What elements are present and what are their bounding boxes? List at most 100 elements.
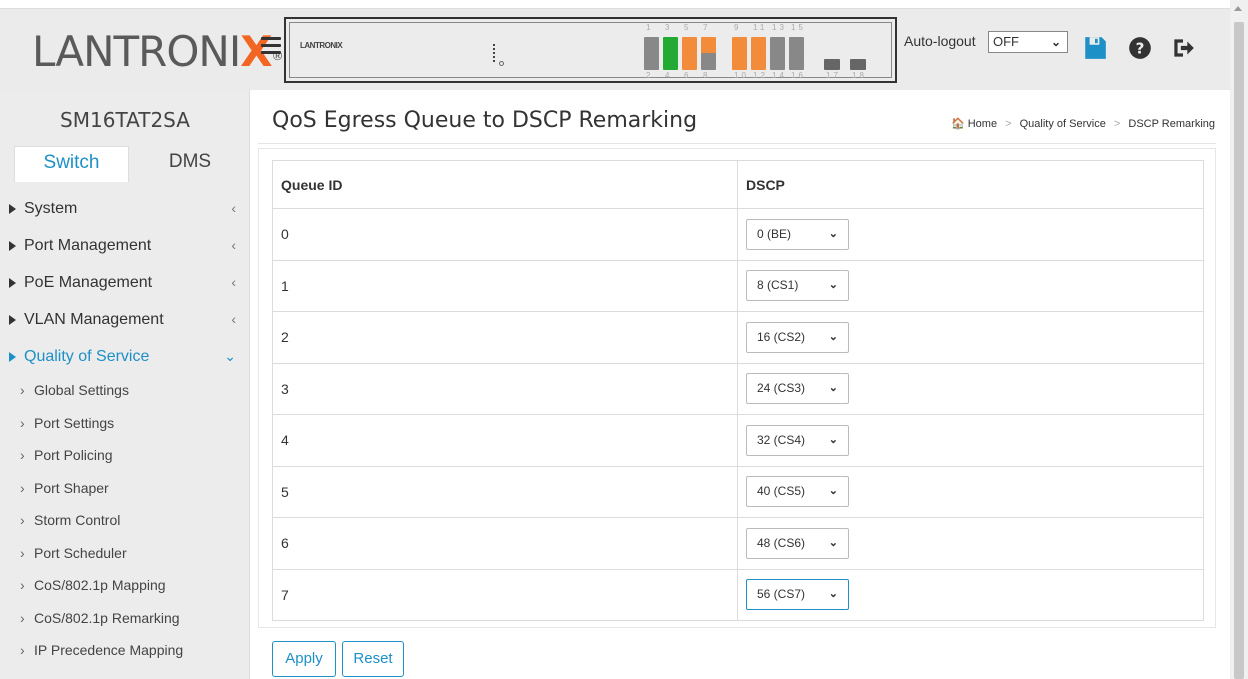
- sidebar-subitem-cos-remarking[interactable]: › CoS/802.1p Remarking: [0, 605, 250, 638]
- page-title: QoS Egress Queue to DSCP Remarking: [272, 108, 698, 133]
- port-number-label: 10: [734, 71, 749, 80]
- dscp-select[interactable]: 32 (CS4) ⌄: [746, 424, 849, 456]
- port-8-icon: [701, 53, 716, 70]
- triangle-right-icon: [9, 278, 16, 288]
- chevron-down-icon: ⌄: [828, 330, 838, 343]
- apply-button[interactable]: Apply: [272, 641, 336, 677]
- sidebar-subitem-cos-mapping[interactable]: › CoS/802.1p Mapping: [0, 572, 250, 605]
- vertical-scrollbar[interactable]: [1230, 0, 1248, 679]
- dscp-select-value: 8 (CS1): [757, 278, 799, 293]
- help-icon[interactable]: ?: [1127, 35, 1153, 61]
- dscp-remarking-table: Queue ID DSCP 0 0 (BE) ⌄ 1 8 (CS1) ⌄ 2 16 …: [272, 160, 1204, 621]
- save-icon[interactable]: [1082, 35, 1108, 61]
- sidebar-subitem-port-settings[interactable]: › Port Settings: [0, 410, 250, 443]
- chevron-down-icon: ⌄: [828, 227, 838, 240]
- port-7-icon: [701, 37, 716, 54]
- sidebar-subitem-port-scheduler[interactable]: › Port Scheduler: [0, 540, 250, 573]
- tab-switch[interactable]: Switch: [14, 146, 129, 182]
- triangle-right-icon: [9, 204, 16, 214]
- dscp-select[interactable]: 40 (CS5) ⌄: [746, 476, 849, 508]
- dscp-select[interactable]: 8 (CS1) ⌄: [746, 270, 849, 302]
- dscp-cell: 56 (CS7) ⌄: [737, 568, 1204, 621]
- sidebar-subitem-label: Global Settings: [34, 382, 129, 398]
- dscp-select[interactable]: 0 (BE) ⌄: [746, 218, 849, 250]
- sfp-port-17-icon: [824, 59, 840, 70]
- port-4-icon: [663, 53, 678, 70]
- dscp-select-value: 32 (CS4): [757, 432, 806, 447]
- sidebar-item-quality-of-service[interactable]: Quality of Service ⌄: [0, 340, 250, 377]
- dscp-select-value: 48 (CS6): [757, 535, 806, 550]
- triangle-right-icon: [9, 241, 16, 251]
- port-number-label: 15: [791, 23, 806, 32]
- sidebar-subitem-storm-control[interactable]: › Storm Control: [0, 507, 250, 540]
- sidebar-subitem-port-shaper[interactable]: › Port Shaper: [0, 475, 250, 508]
- port-number-label: 6: [684, 71, 692, 80]
- lantronix-logo: LANTRONIX®: [32, 28, 284, 76]
- reset-button[interactable]: Reset: [342, 641, 404, 677]
- tab-dms[interactable]: DMS: [140, 146, 240, 182]
- sidebar-subitem-label: Port Scheduler: [34, 544, 127, 561]
- table-row: 0 0 (BE) ⌄: [272, 208, 1204, 261]
- dscp-select-value: 40 (CS5): [757, 484, 806, 499]
- sidebar-subitem-port-policing[interactable]: › Port Policing: [0, 442, 250, 475]
- port-number-label: 3: [665, 23, 673, 32]
- dscp-select[interactable]: 24 (CS3) ⌄: [746, 373, 849, 405]
- device-name: SM16TAT2SA: [60, 108, 190, 132]
- queue-id-cell: 3: [272, 362, 738, 415]
- port-number-label: 2: [646, 71, 654, 80]
- port-number-label: 12: [753, 71, 768, 80]
- port-14-icon: [770, 53, 785, 70]
- dscp-cell: 16 (CS2) ⌄: [737, 311, 1204, 364]
- port-6-icon: [682, 53, 697, 70]
- breadcrumb-home[interactable]: Home: [968, 118, 997, 130]
- scroll-up-arrow-icon[interactable]: [1234, 6, 1242, 11]
- port-number-label: 4: [665, 71, 673, 80]
- dscp-cell: 40 (CS5) ⌄: [737, 465, 1204, 518]
- sidebar-item-vlan-management[interactable]: VLAN Management ‹: [0, 303, 250, 340]
- sidebar-subitem-ip-precedence-mapping[interactable]: › IP Precedence Mapping: [0, 637, 250, 670]
- breadcrumb-quality-of-service[interactable]: Quality of Service: [1020, 118, 1106, 130]
- scrollbar-thumb[interactable]: [1234, 22, 1244, 679]
- port-15-icon: [789, 37, 804, 54]
- queue-id-cell: 2: [272, 311, 738, 364]
- device-status-led: [493, 44, 495, 62]
- dscp-select[interactable]: 16 (CS2) ⌄: [746, 321, 849, 353]
- queue-id-cell: 6: [272, 517, 738, 570]
- port-number-label: 16: [791, 71, 806, 80]
- dscp-select[interactable]: 56 (CS7) ⌄: [746, 579, 849, 611]
- dscp-select[interactable]: 48 (CS6) ⌄: [746, 527, 849, 559]
- chevron-right-icon: ›: [20, 414, 25, 431]
- device-panel-logo: LANTRONIX: [300, 41, 343, 50]
- dscp-cell: 0 (BE) ⌄: [737, 208, 1204, 261]
- sidebar-item-poe-management[interactable]: PoE Management ‹: [0, 266, 250, 303]
- menu-toggle-icon[interactable]: [261, 37, 281, 55]
- port-9-icon: [732, 37, 747, 54]
- sidebar-subitem-label: Port Settings: [34, 414, 115, 431]
- dscp-cell: 32 (CS4) ⌄: [737, 414, 1204, 467]
- table-row: 3 24 (CS3) ⌄: [272, 362, 1204, 415]
- logout-icon[interactable]: [1170, 35, 1196, 61]
- chevron-down-icon: ⌄: [828, 536, 838, 549]
- port-number-label: 17: [826, 71, 841, 80]
- sidebar-subitem-global-settings[interactable]: › Global Settings: [0, 377, 250, 410]
- top-header: LANTRONIX® LANTRONIX 1 2 3 4 5 6 7 8 9 10 11 12 13 14…: [0, 8, 1230, 90]
- queue-id-cell: 0: [272, 208, 738, 261]
- dscp-select-value: 16 (CS2): [757, 329, 806, 344]
- column-header-dscp: DSCP: [737, 160, 1204, 209]
- port-3-icon: [663, 37, 678, 54]
- port-number-label: 9: [734, 23, 742, 32]
- chevron-down-icon: ⌄: [828, 382, 838, 395]
- triangle-right-icon: [9, 352, 16, 362]
- dscp-cell: 8 (CS1) ⌄: [737, 259, 1204, 312]
- port-12-icon: [751, 53, 766, 70]
- chevron-down-icon: ⌄: [224, 348, 236, 364]
- dscp-select-value: 24 (CS3): [757, 381, 806, 396]
- port-number-label: 14: [772, 71, 787, 80]
- port-10-icon: [732, 53, 747, 70]
- sidebar-item-system[interactable]: System ‹: [0, 192, 250, 229]
- chevron-left-icon: ‹: [231, 200, 236, 216]
- svg-text:?: ?: [1136, 39, 1145, 57]
- chevron-down-icon: ⌄: [828, 433, 838, 446]
- sidebar-item-port-management[interactable]: Port Management ‹: [0, 229, 250, 266]
- autologout-select[interactable]: OFF ⌄: [988, 31, 1068, 53]
